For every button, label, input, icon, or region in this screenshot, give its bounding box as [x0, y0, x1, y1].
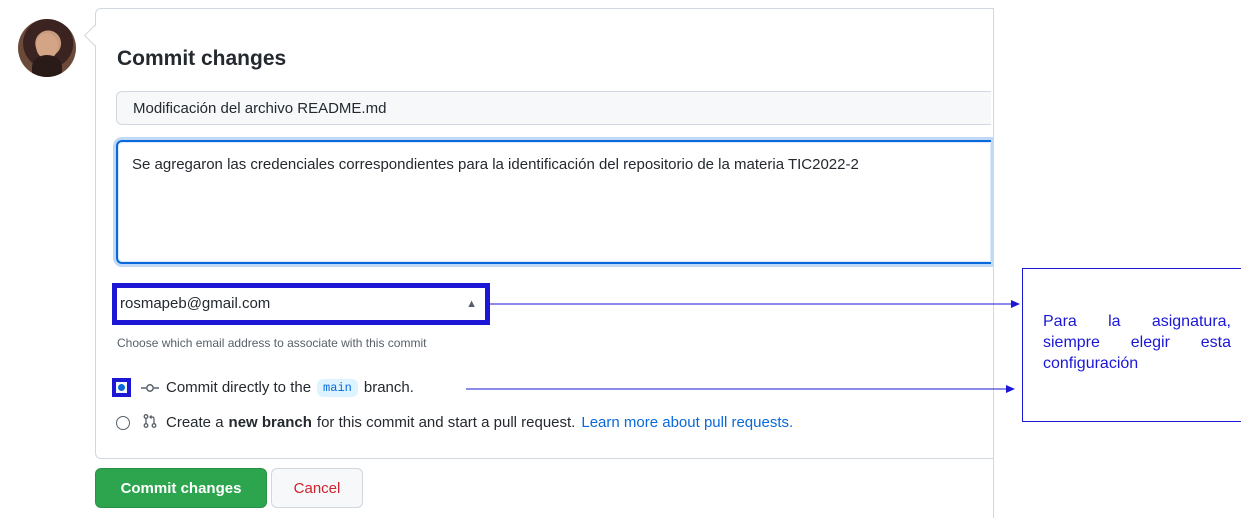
- annotation-arrows: [466, 300, 1020, 393]
- annotation-note: Para la asignatura, siempre elegir esta …: [1022, 268, 1241, 422]
